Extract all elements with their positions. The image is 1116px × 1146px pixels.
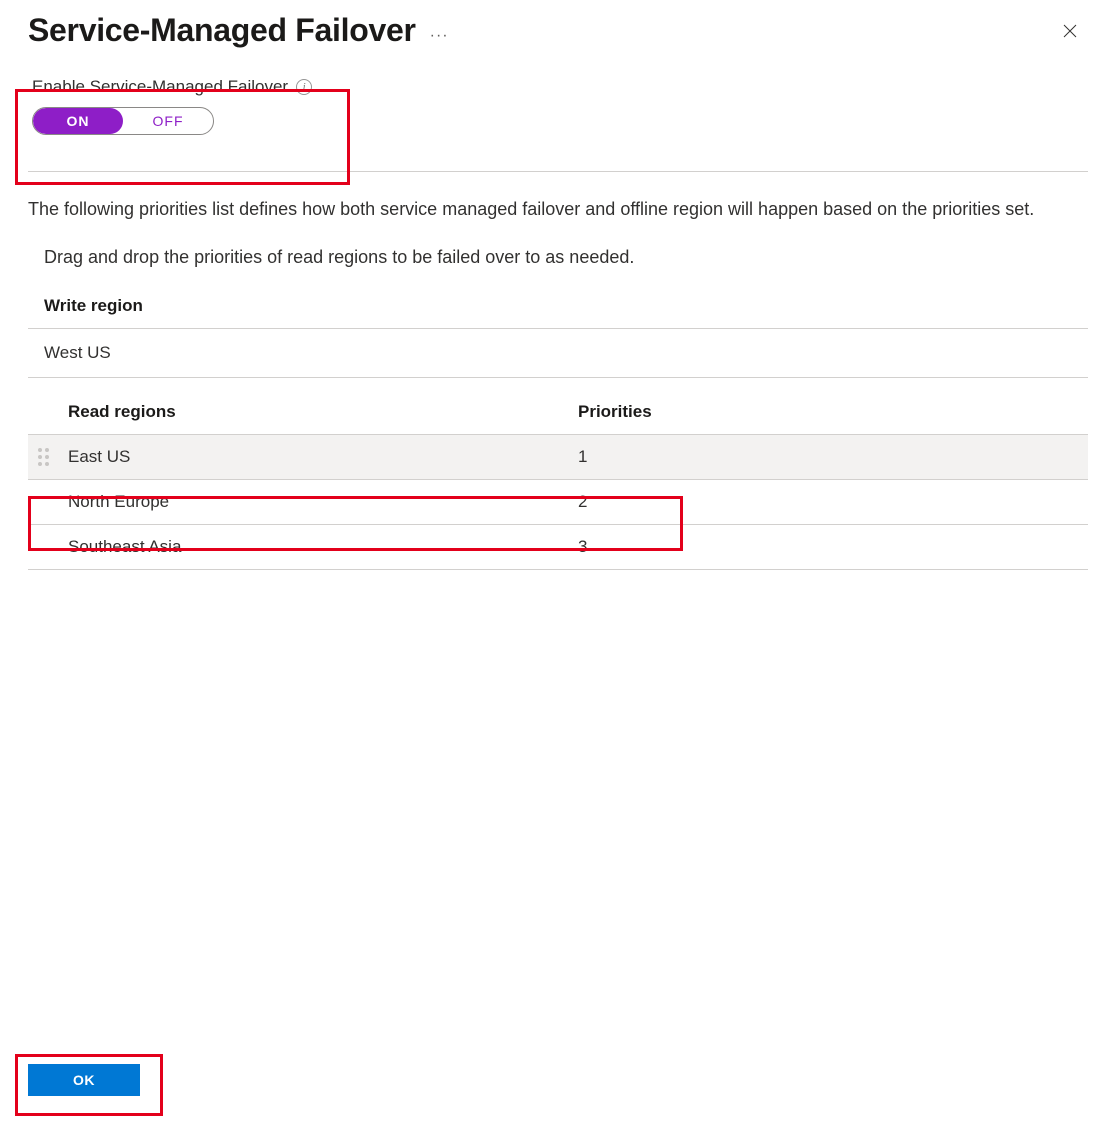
enable-toggle[interactable]: ON OFF [32, 107, 214, 135]
page-title: Service-Managed Failover [28, 12, 416, 49]
read-region-name: East US [68, 447, 568, 467]
more-options-icon[interactable]: ··· [430, 17, 449, 45]
toggle-on: ON [33, 108, 123, 134]
read-region-name: Southeast Asia [68, 537, 568, 557]
divider [28, 171, 1088, 172]
close-button[interactable] [1052, 13, 1088, 49]
toggle-label: Enable Service-Managed Failover [32, 77, 288, 97]
toggle-off: OFF [123, 113, 213, 129]
read-region-priority: 3 [568, 537, 1088, 557]
read-regions-list: East US1North Europe2Southeast Asia3 [28, 435, 1088, 570]
read-region-name: North Europe [68, 492, 568, 512]
drag-handle-icon[interactable] [28, 448, 68, 466]
read-region-row[interactable]: North Europe2 [28, 480, 1088, 525]
header: Service-Managed Failover ··· [28, 12, 1088, 49]
failover-panel: Service-Managed Failover ··· Enable Serv… [0, 0, 1116, 1146]
read-region-priority: 2 [568, 492, 1088, 512]
footer: OK [28, 1064, 140, 1096]
read-region-row[interactable]: East US1 [28, 435, 1088, 480]
priorities-col-heading: Priorities [568, 402, 1088, 422]
toggle-label-row: Enable Service-Managed Failover i [32, 77, 1088, 97]
close-icon [1061, 22, 1079, 40]
read-region-row[interactable]: Southeast Asia3 [28, 525, 1088, 570]
region-tables: Write region West US Read regions Priori… [28, 296, 1088, 570]
write-region-heading: Write region [28, 296, 1088, 329]
read-regions-col-heading: Read regions [28, 402, 568, 422]
info-icon[interactable]: i [296, 79, 312, 95]
write-region-row: West US [28, 329, 1088, 378]
read-region-priority: 1 [568, 447, 1088, 467]
header-left: Service-Managed Failover ··· [28, 12, 449, 49]
enable-toggle-section: Enable Service-Managed Failover i ON OFF [28, 77, 1088, 135]
ok-button[interactable]: OK [28, 1064, 140, 1096]
read-regions-header: Read regions Priorities [28, 402, 1088, 435]
sub-description-text: Drag and drop the priorities of read reg… [44, 245, 1088, 270]
description-text: The following priorities list defines ho… [28, 196, 1088, 223]
